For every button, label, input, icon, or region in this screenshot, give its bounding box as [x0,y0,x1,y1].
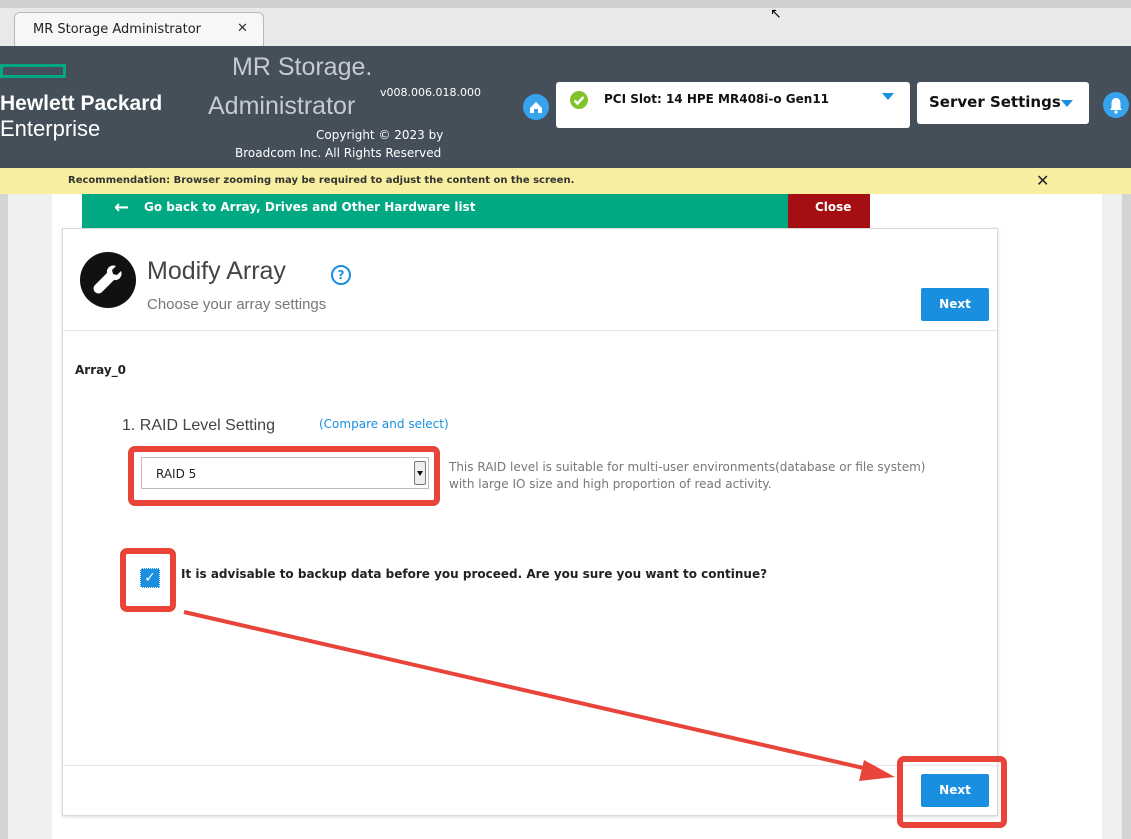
annotation-arrow [183,610,895,781]
